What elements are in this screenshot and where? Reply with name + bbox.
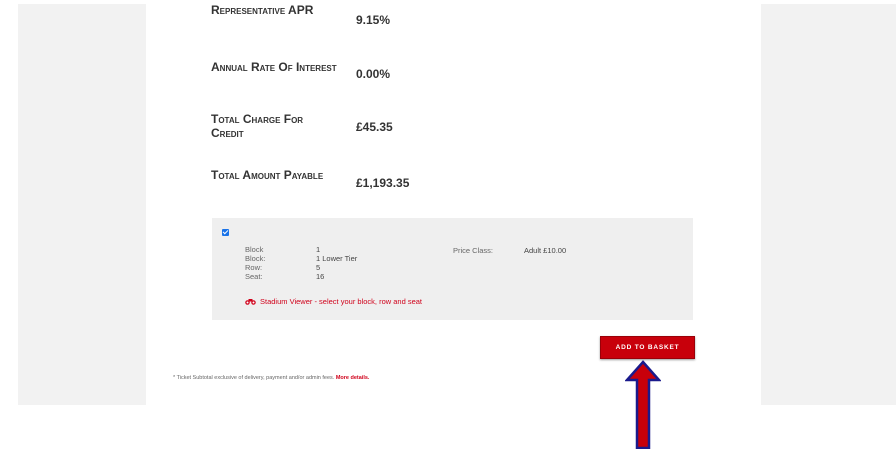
interest-label: Annual Rate Of Interest (211, 60, 337, 74)
charge-label: Total Charge For Credit (211, 112, 304, 140)
block-name-value: 1 Lower Tier (316, 254, 358, 263)
price-class-value: Adult £10.00 (524, 246, 567, 255)
more-details-link[interactable]: More details. (336, 375, 370, 381)
left-background-panel (18, 4, 146, 405)
price-class-label: Price Class: (453, 246, 494, 255)
right-background-panel (761, 4, 896, 405)
stadium-viewer-link[interactable]: Stadium Viewer - select your block, row … (245, 297, 422, 306)
finance-apr-row: Representative APR 9.15% (211, 0, 471, 30)
finance-interest-row: Annual Rate Of Interest 0.00% (211, 57, 471, 87)
interest-value: 0.00% (356, 67, 391, 81)
charge-value: £45.35 (356, 120, 393, 134)
footnote-text: * Ticket Subtotal exclusive of delivery,… (173, 375, 336, 381)
apr-label: Representative APR (211, 3, 314, 17)
add-to-basket-button[interactable]: Add to basket (600, 336, 695, 359)
seat-label: Seat: (245, 272, 263, 281)
finance-payable-row: Total Amount Payable £1,193.35 (211, 166, 471, 196)
ticket-subtotal-footnote: * Ticket Subtotal exclusive of delivery,… (173, 375, 369, 381)
ticket-checkbox[interactable] (222, 229, 229, 236)
stadium-viewer-text[interactable]: Stadium Viewer - select your block, row … (260, 297, 422, 306)
ticket-details-panel: Block 1 Block: 1 Lower Tier Row: 5 Seat:… (212, 218, 693, 320)
binoculars-icon (245, 299, 256, 305)
apr-value: 9.15% (356, 13, 391, 27)
annotation-arrow-icon (625, 360, 661, 449)
finance-charge-row: Total Charge For Credit £45.35 (211, 110, 471, 150)
payable-value: £1,193.35 (356, 176, 410, 190)
seat-value: 16 (316, 272, 325, 281)
payable-label: Total Amount Payable (211, 168, 324, 182)
